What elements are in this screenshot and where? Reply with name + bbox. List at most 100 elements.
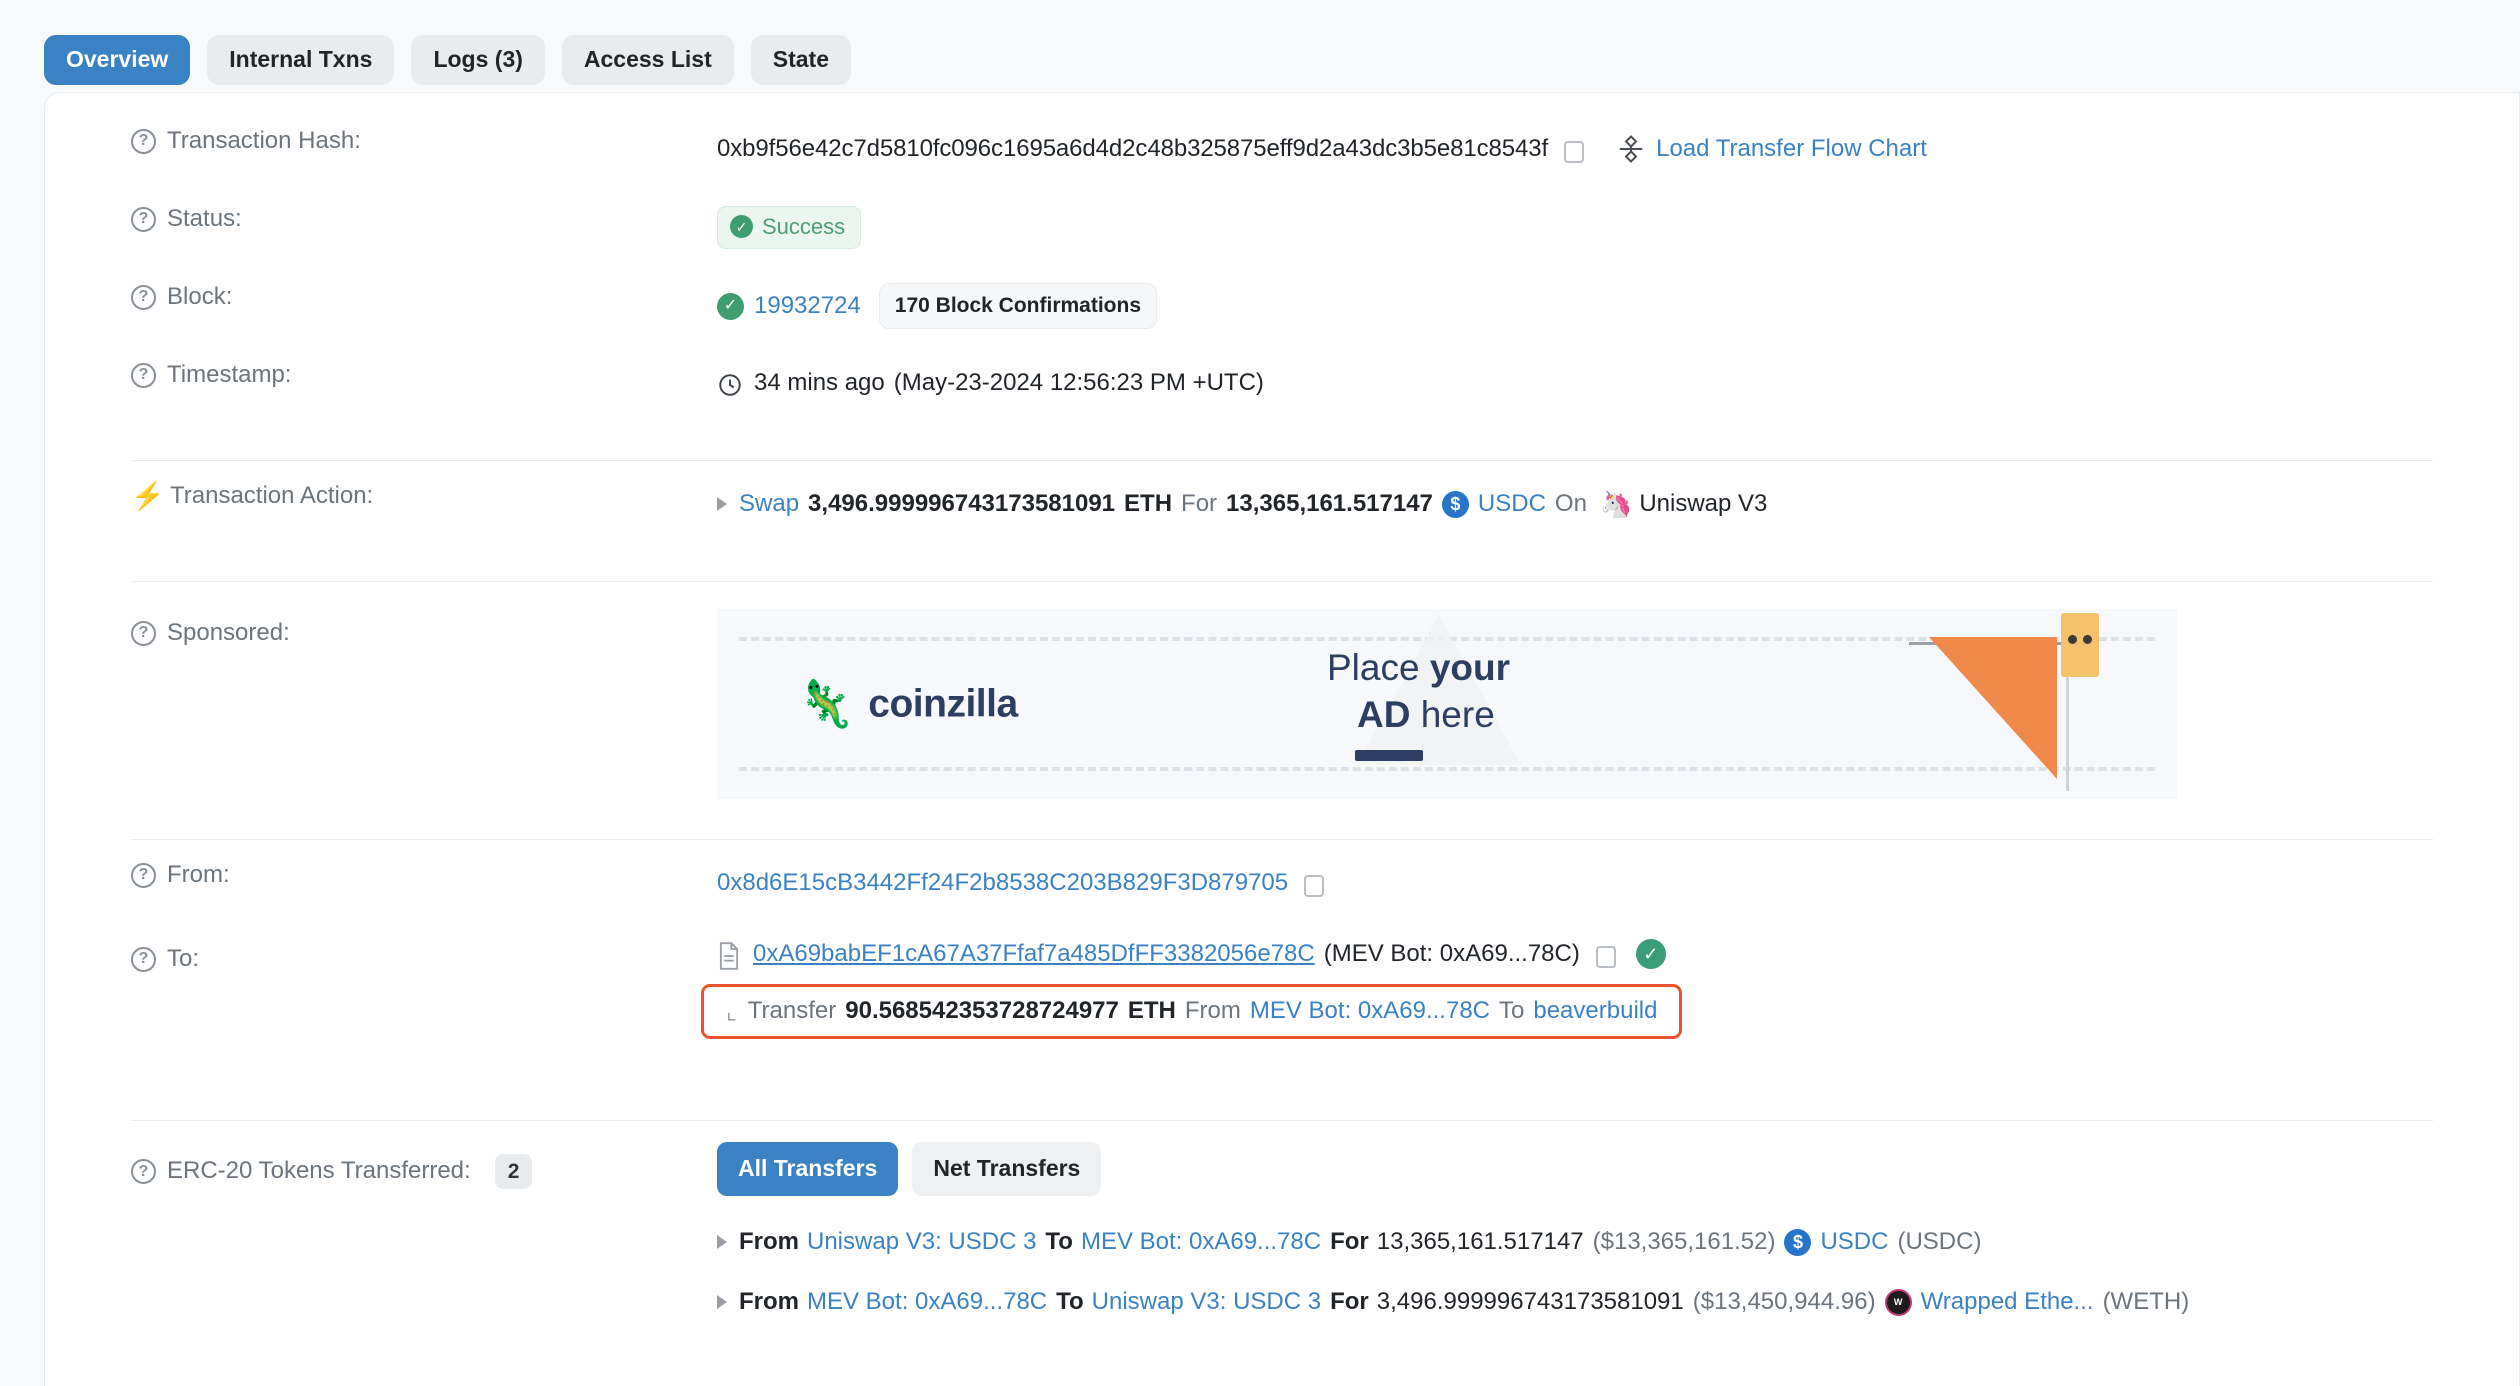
verified-contract-icon[interactable]: ✓ (1636, 939, 1666, 969)
expand-caret-icon[interactable] (717, 497, 727, 511)
transfer-from-word: From (739, 1288, 799, 1316)
net-transfers-button[interactable]: Net Transfers (912, 1142, 1101, 1196)
coinzilla-wordmark: coinzilla (868, 682, 1017, 726)
load-transfer-flow-chart-link[interactable]: Load Transfer Flow Chart (1656, 135, 1927, 163)
swap-token-out-link[interactable]: USDC (1478, 490, 1546, 518)
to-address-link[interactable]: 0xA69babEF1cA67A37Ffaf7a485DfFF3382056e7… (753, 940, 1315, 968)
check-icon: ✓ (730, 215, 753, 238)
status-label: Status: (167, 205, 242, 234)
transfer-token-link[interactable]: USDC (1820, 1228, 1888, 1256)
status-value-group: ✓ Success (717, 205, 2519, 249)
status-label-group: ? Status: (45, 205, 717, 234)
timestamp-absolute: (May-23-2024 12:56:23 PM +UTC) (894, 369, 1264, 397)
transaction-hash-value: 0xb9f56e42c7d5810fc096c1695a6d4d2c48b325… (717, 135, 1548, 163)
sponsored-ad-banner[interactable]: 🦎 coinzilla Place your AD here (717, 609, 2177, 799)
transfer-from-link[interactable]: MEV Bot: 0xA69...78C (1250, 997, 1490, 1025)
to-label: To: (167, 945, 199, 974)
help-icon[interactable]: ? (131, 285, 156, 310)
transfer-usd-value: ($13,450,944.96) (1693, 1288, 1876, 1316)
transfer-token-symbol: (USDC) (1897, 1228, 1981, 1256)
expand-caret-icon[interactable] (717, 1295, 727, 1309)
sponsored-value-group: 🦎 coinzilla Place your AD here (717, 603, 2519, 799)
tab-state[interactable]: State (751, 35, 851, 85)
help-icon[interactable]: ? (131, 621, 156, 646)
transaction-hash-value-group: 0xb9f56e42c7d5810fc096c1695a6d4d2c48b325… (717, 127, 2519, 171)
lightning-bolt-icon: ⚡ (131, 483, 159, 510)
transfer-for-word: For (1330, 1228, 1369, 1256)
help-icon[interactable]: ? (131, 1159, 156, 1184)
transaction-action-value-group: Swap 3,496.999996743173581091 ETH For 13… (717, 482, 2519, 526)
sponsored-label: Sponsored: (167, 619, 290, 648)
row-from: ? From: 0x8d6E15cB3442Ff24F2b8538C203B82… (45, 861, 2519, 939)
help-icon[interactable]: ? (131, 863, 156, 888)
transfer-from-word: From (1185, 997, 1241, 1025)
help-icon[interactable]: ? (131, 947, 156, 972)
tab-overview[interactable]: Overview (44, 35, 190, 85)
copy-icon[interactable] (1304, 875, 1324, 897)
transfer-to-link[interactable]: MEV Bot: 0xA69...78C (1081, 1228, 1321, 1256)
row-erc20-transfers: ? ERC-20 Tokens Transferred: 2 All Trans… (45, 1142, 2519, 1326)
timestamp-label-group: ? Timestamp: (45, 361, 717, 390)
transfer-to-link[interactable]: Uniswap V3: USDC 3 (1092, 1288, 1321, 1316)
tab-logs[interactable]: Logs (3) (411, 35, 544, 85)
block-confirmations-chip: 170 Block Confirmations (879, 283, 1157, 329)
ad-line-1: Place your (1327, 647, 1510, 689)
divider (131, 581, 2433, 582)
transfer-from-word: From (739, 1228, 799, 1256)
erc20-transfer-row: From Uniswap V3: USDC 3 To MEV Bot: 0xA6… (717, 1218, 1981, 1266)
transfer-from-link[interactable]: Uniswap V3: USDC 3 (807, 1228, 1036, 1256)
help-icon[interactable]: ? (131, 129, 156, 154)
swap-verb-link[interactable]: Swap (739, 490, 799, 518)
transaction-action-label-group: ⚡ Transaction Action: (45, 482, 717, 511)
transfer-usd-value: ($13,365,161.52) (1593, 1228, 1776, 1256)
transfer-to-link[interactable]: beaverbuild (1533, 997, 1657, 1025)
clock-icon (717, 372, 743, 398)
row-status: ? Status: ✓ Success (45, 205, 2519, 283)
help-icon[interactable]: ? (131, 363, 156, 388)
divider (131, 1120, 2433, 1121)
row-block: ? Block: ✓ 19932724 170 Block Confirmati… (45, 283, 2519, 361)
transfer-to-word: To (1056, 1288, 1084, 1316)
swap-token-in: ETH (1124, 490, 1172, 518)
tree-branch-icon: ⌞ (726, 998, 737, 1025)
from-label-group: ? From: (45, 861, 717, 890)
help-icon[interactable]: ? (131, 207, 156, 232)
block-verified-icon: ✓ (717, 293, 744, 320)
unicorn-icon: 🦄 (1600, 489, 1632, 520)
timestamp-relative: 34 mins ago (754, 369, 885, 397)
ad-copy: Place your AD here (1327, 647, 1510, 761)
transfer-prefix: Transfer (748, 997, 836, 1025)
status-badge: ✓ Success (717, 206, 861, 249)
block-label-group: ? Block: (45, 283, 717, 312)
usdc-icon: $ (1784, 1229, 1811, 1256)
flow-chart-icon[interactable] (1616, 134, 1646, 164)
status-text: Success (762, 214, 845, 240)
block-number-link[interactable]: 19932724 (754, 292, 861, 320)
from-value-group: 0x8d6E15cB3442Ff24F2b8538C203B829F3D8797… (717, 861, 2519, 905)
swap-amount-out: 13,365,161.517147 (1226, 490, 1433, 518)
transfer-to-word: To (1499, 997, 1524, 1025)
erc20-label: ERC-20 Tokens Transferred: (167, 1157, 471, 1186)
timestamp-label: Timestamp: (167, 361, 291, 390)
ad-line-2: AD here (1327, 694, 1510, 736)
from-label: From: (167, 861, 230, 890)
ad-bird-icon (2061, 613, 2099, 677)
erc20-transfer-row: From MEV Bot: 0xA69...78C To Uniswap V3:… (717, 1278, 2189, 1326)
usdc-icon: $ (1442, 491, 1469, 518)
transfer-from-link[interactable]: MEV Bot: 0xA69...78C (807, 1288, 1047, 1316)
tab-internal-txns[interactable]: Internal Txns (207, 35, 394, 85)
all-transfers-button[interactable]: All Transfers (717, 1142, 898, 1196)
tab-access-list[interactable]: Access List (562, 35, 734, 85)
internal-transfer-highlight: ⌞ Transfer 90.568542353728724977 ETH Fro… (701, 984, 1682, 1039)
transaction-hash-label: Transaction Hash: (167, 127, 361, 156)
ad-underline (1355, 750, 1423, 761)
transfer-token-link[interactable]: Wrapped Ethe... (1921, 1288, 2094, 1316)
copy-icon[interactable] (1596, 946, 1616, 968)
to-address-line: 0xA69babEF1cA67A37Ffaf7a485DfFF3382056e7… (717, 939, 1666, 969)
transfer-amount: 3,496.999996743173581091 (1377, 1288, 1684, 1316)
block-label: Block: (167, 283, 232, 312)
row-timestamp: ? Timestamp: 34 mins ago (May-23-2024 12… (45, 361, 2519, 439)
copy-icon[interactable] (1564, 141, 1584, 163)
expand-caret-icon[interactable] (717, 1235, 727, 1249)
from-address-link[interactable]: 0x8d6E15cB3442Ff24F2b8538C203B829F3D8797… (717, 869, 1288, 897)
